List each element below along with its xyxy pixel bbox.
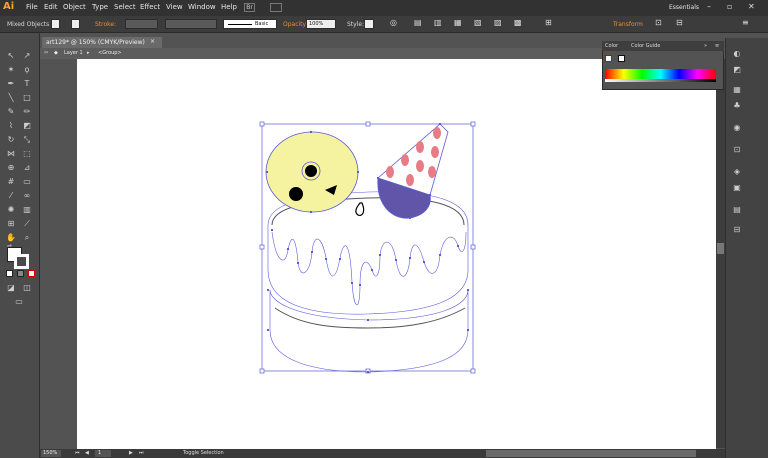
next-artboard-icon[interactable]: ▶ [129, 450, 133, 456]
tab-color-guide[interactable]: Color Guide [631, 43, 660, 49]
pathfinder-panel-icon[interactable]: ⊟ [731, 224, 743, 236]
status-message: Toggle Selection [183, 450, 224, 456]
appearance-panel-icon[interactable]: ◉ [731, 122, 743, 134]
color-spectrum-bar[interactable] [605, 69, 716, 79]
previous-artboard-icon[interactable]: ◀ [85, 450, 89, 456]
cake-band [274, 307, 466, 329]
color-panel-icon[interactable]: ◐ [731, 48, 743, 60]
white-swatch[interactable] [618, 55, 625, 62]
none-swatch[interactable] [605, 55, 612, 62]
horizontal-scroll-thumb[interactable] [486, 450, 696, 457]
align-panel-icon[interactable]: ▤ [731, 204, 743, 216]
panel-menu-icon[interactable]: ≡ [715, 43, 719, 49]
symbols-panel-icon[interactable]: ♣ [731, 100, 743, 112]
cake-bottom-layer [269, 289, 469, 373]
artboard-number-field[interactable]: 1 [95, 450, 111, 457]
color-guide-panel-icon[interactable]: ◩ [731, 64, 743, 76]
zoom-level-field[interactable]: 150% [41, 450, 61, 457]
icing-drips [271, 231, 467, 306]
donut-decoration [265, 131, 359, 213]
ice-cream-decoration [355, 123, 449, 219]
layers-panel-icon[interactable]: ◈ [731, 166, 743, 178]
last-artboard-icon[interactable]: ⏭ [139, 450, 144, 456]
grayscale-ramp[interactable] [605, 79, 716, 82]
artboards-panel-icon[interactable]: ▣ [731, 182, 743, 194]
tab-color[interactable]: Color [605, 43, 618, 49]
cake-artwork [267, 191, 469, 373]
swatches-panel-icon[interactable]: ▦ [731, 84, 743, 96]
panel-collapse-icon[interactable]: » [704, 43, 707, 49]
first-artboard-icon[interactable]: ⏮ [75, 450, 80, 456]
vertical-scroll-thumb[interactable] [717, 243, 724, 254]
transform-panel-icon[interactable]: ⊡ [731, 144, 743, 156]
